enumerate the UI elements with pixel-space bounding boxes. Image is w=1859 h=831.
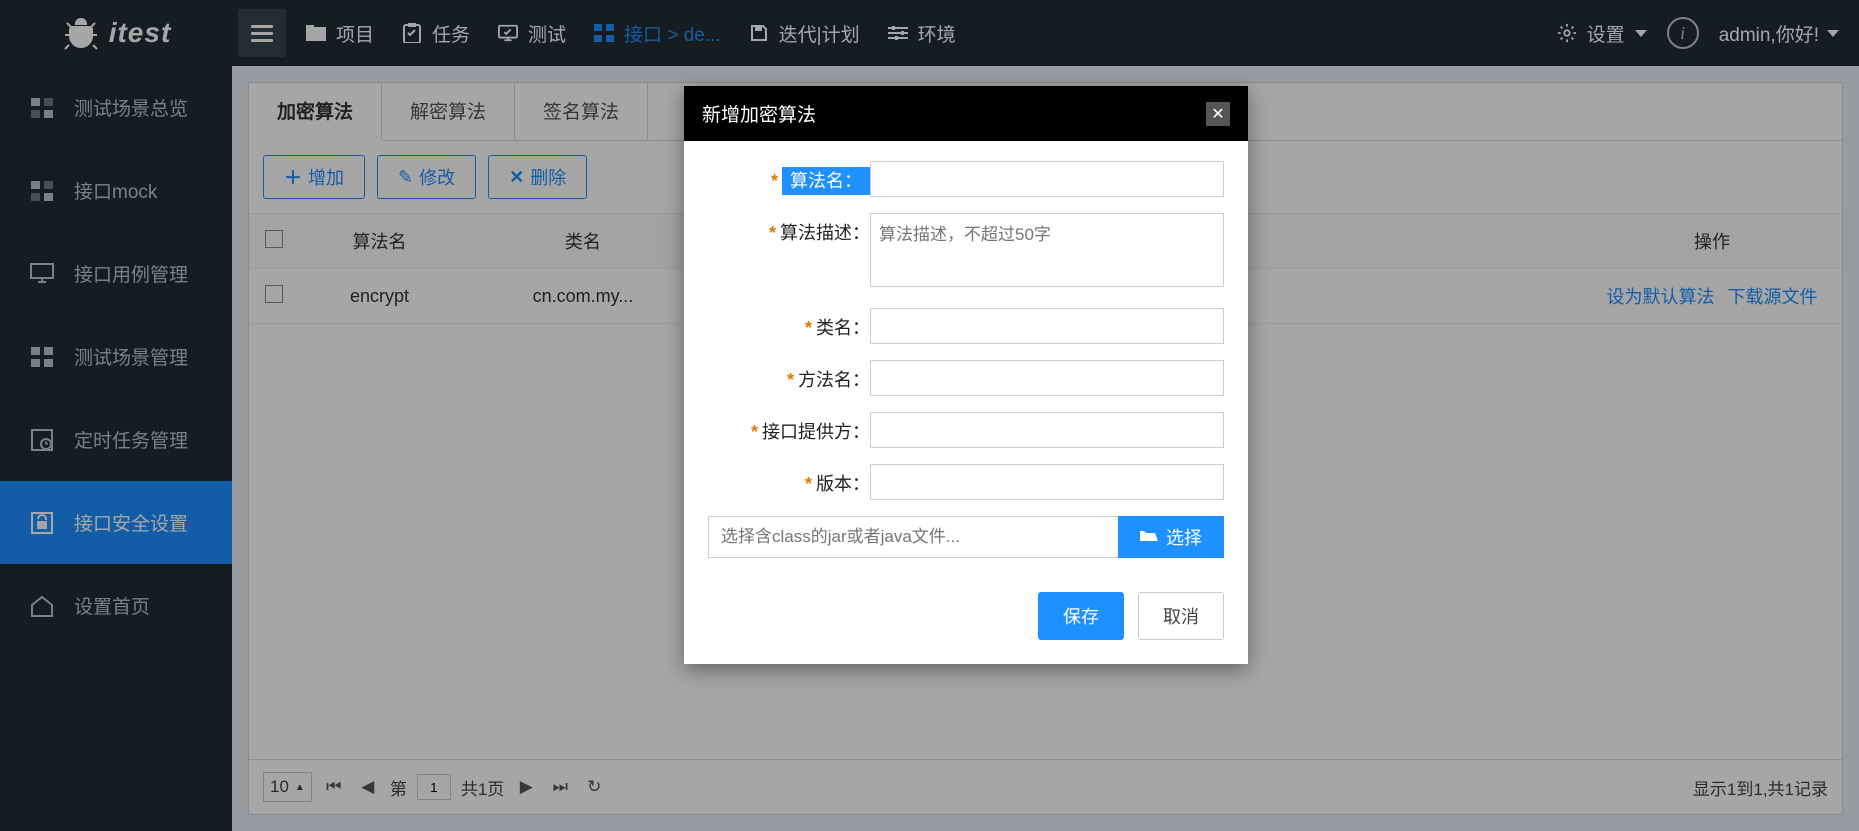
cancel-button[interactable]: 取消 [1138, 592, 1224, 640]
class-input[interactable] [870, 308, 1224, 344]
label-name: *算法名： [708, 161, 870, 193]
dialog-footer: 保存 取消 [684, 578, 1248, 664]
dialog-title: 新增加密算法 [702, 100, 816, 127]
save-button[interactable]: 保存 [1038, 592, 1124, 640]
choose-file-button[interactable]: 选择 [1118, 516, 1224, 558]
dialog-header: 新增加密算法 ✕ [684, 86, 1248, 141]
close-icon[interactable]: ✕ [1206, 102, 1230, 126]
folder-open-icon [1140, 527, 1158, 548]
desc-textarea[interactable] [870, 213, 1224, 287]
dialog-body: *算法名： *算法描述： *类名： *方法名： *接口提供方： *版本： [684, 141, 1248, 578]
label-method: *方法名： [708, 360, 870, 392]
label-provider: *接口提供方： [708, 412, 870, 444]
name-input[interactable] [870, 161, 1224, 197]
label-desc: *算法描述： [708, 213, 870, 245]
file-path-display[interactable] [708, 516, 1118, 558]
provider-input[interactable] [870, 412, 1224, 448]
method-input[interactable] [870, 360, 1224, 396]
label-class: *类名： [708, 308, 870, 340]
version-input[interactable] [870, 464, 1224, 500]
file-picker: 选择 [708, 516, 1224, 558]
label-version: *版本： [708, 464, 870, 496]
add-algorithm-dialog: 新增加密算法 ✕ *算法名： *算法描述： *类名： *方法名： *接口提供方：… [684, 86, 1248, 664]
